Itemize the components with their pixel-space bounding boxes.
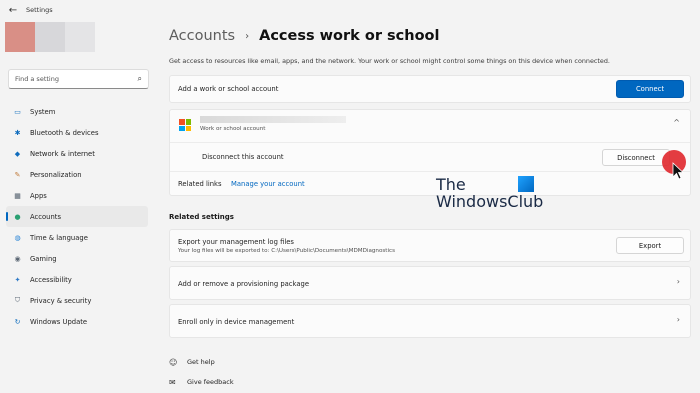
footer-links: ☺ Get help ✉ Give feedback [169,352,234,392]
sidebar-item-label: System [30,107,56,116]
sidebar-item-accessibility[interactable]: ✦ Accessibility [6,269,148,290]
system-icon: ▭ [14,107,21,116]
manage-account-link[interactable]: Manage your account [231,180,305,188]
disconnect-account-label: Disconnect this account [202,153,284,161]
sidebar-item-label: Time & language [30,233,88,242]
update-icon: ↻ [14,317,21,326]
sidebar-item-label: Privacy & security [30,296,92,305]
chevron-right-icon: › [676,277,680,286]
search-placeholder: Find a setting [15,75,59,83]
blurred-user-name [35,22,65,52]
export-logs-path: Your log files will be exported to: C:\U… [178,248,396,254]
sidebar-item-accounts[interactable]: ● Accounts [6,206,148,227]
breadcrumb-parent[interactable]: Accounts [169,28,235,44]
blurred-user-email [65,22,95,52]
connect-button[interactable]: Connect [616,80,684,98]
add-account-card: Add a work or school account Connect [169,75,691,103]
enroll-device-management-card[interactable]: Enroll only in device management › [169,304,691,338]
chevron-right-icon: › [676,315,680,324]
avatar [5,22,35,52]
back-arrow-icon[interactable]: ← [0,5,26,16]
divider [170,171,690,172]
window-title: Settings [26,6,53,14]
footer-link-get-help[interactable]: ☺ Get help [169,352,234,372]
add-account-label: Add a work or school account [178,85,279,93]
gamepad-icon: ◉ [14,254,21,263]
sidebar-item-privacy-security[interactable]: ⛉ Privacy & security [6,290,148,311]
provisioning-package-label: Add or remove a provisioning package [178,280,310,288]
globe-icon: ◍ [14,233,21,242]
sidebar-item-label: Accessibility [30,275,72,284]
related-links-label: Related links [178,180,222,188]
enroll-device-management-label: Enroll only in device management [178,318,295,326]
footer-link-give-feedback[interactable]: ✉ Give feedback [169,372,234,392]
brush-icon: ✎ [14,170,21,179]
search-icon: ⌕ [137,74,142,83]
wifi-icon: ◆ [14,149,21,158]
sidebar-item-bluetooth-devices[interactable]: ✱ Bluetooth & devices [6,122,148,143]
sidebar-item-gaming[interactable]: ◉ Gaming [6,248,148,269]
provisioning-package-card[interactable]: Add or remove a provisioning package › [169,266,691,300]
related-settings-heading: Related settings [169,213,234,221]
page-title: Access work or school [259,28,440,44]
watermark-line2: WindowsClub [436,192,544,211]
user-profile[interactable] [5,22,95,52]
sidebar-item-network-internet[interactable]: ◆ Network & internet [6,143,148,164]
accessibility-icon: ✦ [14,275,21,284]
watermark: The WindowsClub [436,176,543,210]
breadcrumb: Accounts › Access work or school [169,28,439,44]
bluetooth-icon: ✱ [14,128,21,137]
sidebar-item-label: Apps [30,191,47,200]
shield-icon: ⛉ [14,296,21,304]
sidebar-item-label: Network & internet [30,149,95,158]
footer-link-label: Give feedback [187,378,234,386]
search-input[interactable]: Find a setting ⌕ [8,69,149,89]
export-logs-card: Export your management log files Your lo… [169,229,691,262]
sidebar-item-system[interactable]: ▭ System [6,101,148,122]
microsoft-logo-icon [179,119,191,131]
sidebar-nav: ▭ System ✱ Bluetooth & devices ◆ Network & in… [6,101,148,332]
sidebar-item-windows-update[interactable]: ↻ Windows Update [6,311,148,332]
export-logs-title: Export your management log files [178,238,294,246]
footer-link-label: Get help [187,358,215,366]
account-type-label: Work or school account [200,126,266,132]
page-description: Get access to resources like email, apps… [169,57,610,65]
sidebar-item-label: Bluetooth & devices [30,128,99,137]
export-button[interactable]: Export [616,237,684,254]
mouse-pointer-icon [672,162,684,180]
breadcrumb-chevron-icon: › [245,30,250,42]
apps-icon: ▦ [14,191,21,200]
divider [170,142,690,143]
disconnect-button[interactable]: Disconnect [602,149,670,166]
collapse-chevron-icon[interactable]: ^ [673,118,680,127]
blurred-account-email [200,116,346,123]
person-icon: ● [14,212,21,221]
sidebar-item-label: Gaming [30,254,57,263]
sidebar-item-apps[interactable]: ▦ Apps [6,185,148,206]
sidebar-item-personalization[interactable]: ✎ Personalization [6,164,148,185]
sidebar-item-time-language[interactable]: ◍ Time & language [6,227,148,248]
sidebar-item-label: Personalization [30,170,82,179]
sidebar-item-label: Accounts [30,212,61,221]
feedback-icon: ✉ [169,377,176,387]
sidebar-item-label: Windows Update [30,317,88,326]
help-icon: ☺ [169,357,178,367]
work-account-card: Work or school account ^ Disconnect this… [169,109,691,196]
title-bar: ← Settings [0,0,700,20]
watermark-logo-icon [518,176,534,192]
